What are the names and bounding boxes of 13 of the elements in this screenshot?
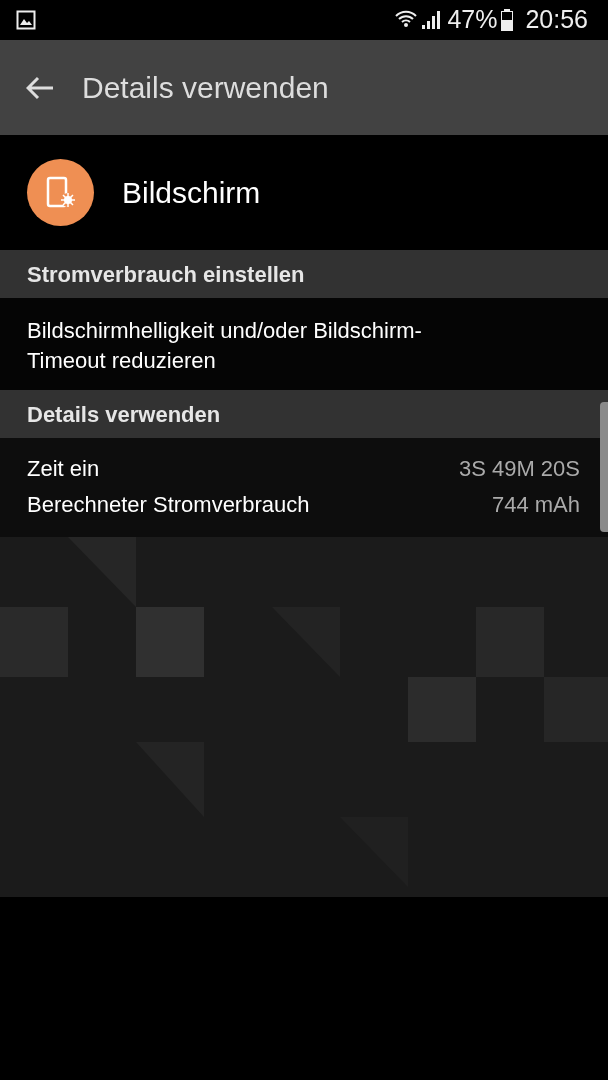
detail-value: 744 mAh	[491, 490, 580, 519]
app-name: Bildschirm	[122, 175, 261, 211]
clock: 20:56	[525, 4, 588, 36]
screen-title: Details verwenden	[82, 70, 329, 106]
detail-value: 3S 49M 20S	[458, 454, 580, 483]
battery-percentage: 47%	[447, 4, 498, 36]
back-icon[interactable]	[26, 75, 54, 100]
battery-icon	[501, 9, 514, 31]
detail-label: Zeit ein	[27, 454, 100, 483]
section-header: Stromverbrauch einstellen	[0, 250, 608, 298]
image-icon	[16, 10, 36, 30]
section-header: Details verwenden	[0, 390, 608, 438]
detail-label: Berechneter Stromverbrauch	[27, 490, 310, 519]
